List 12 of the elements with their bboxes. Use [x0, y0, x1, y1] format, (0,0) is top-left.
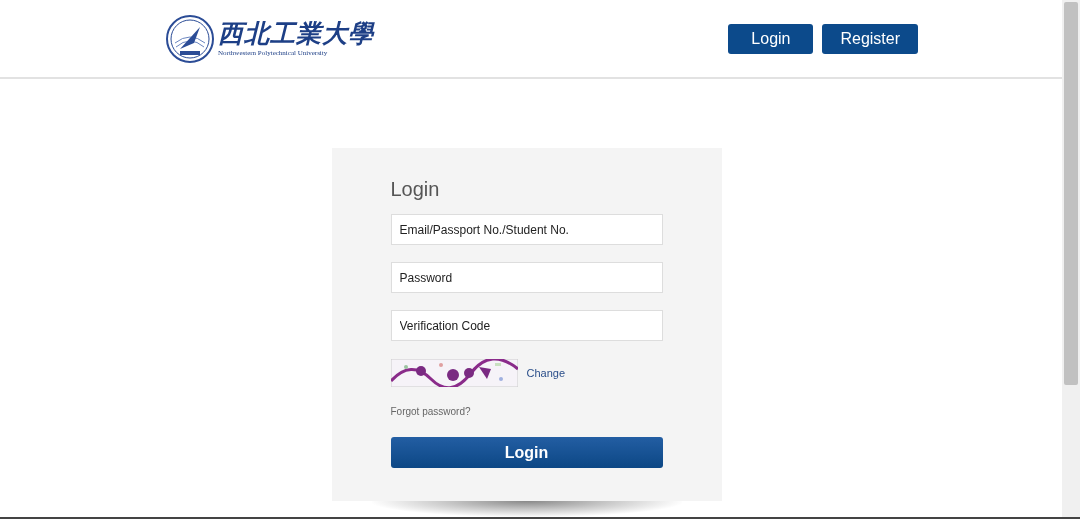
change-captcha-link[interactable]: Change [526, 367, 566, 379]
forgot-password-link[interactable]: Forgot password? [390, 406, 471, 417]
register-button[interactable]: Register [822, 23, 918, 54]
input-field[interactable]: Password [390, 262, 663, 293]
input-field[interactable]: Email/Passport No./Student No. [390, 214, 663, 245]
login-title: Login [390, 177, 441, 202]
scrollbar-thumb[interactable] [1064, 2, 1078, 385]
university-name: 西北工業大學 [218, 19, 374, 49]
university-emblem-icon [166, 12, 214, 65]
submit-login-button[interactable]: Login [390, 437, 663, 468]
input-field[interactable]: Verification Code [390, 310, 663, 341]
login-button[interactable]: Login [728, 23, 814, 54]
